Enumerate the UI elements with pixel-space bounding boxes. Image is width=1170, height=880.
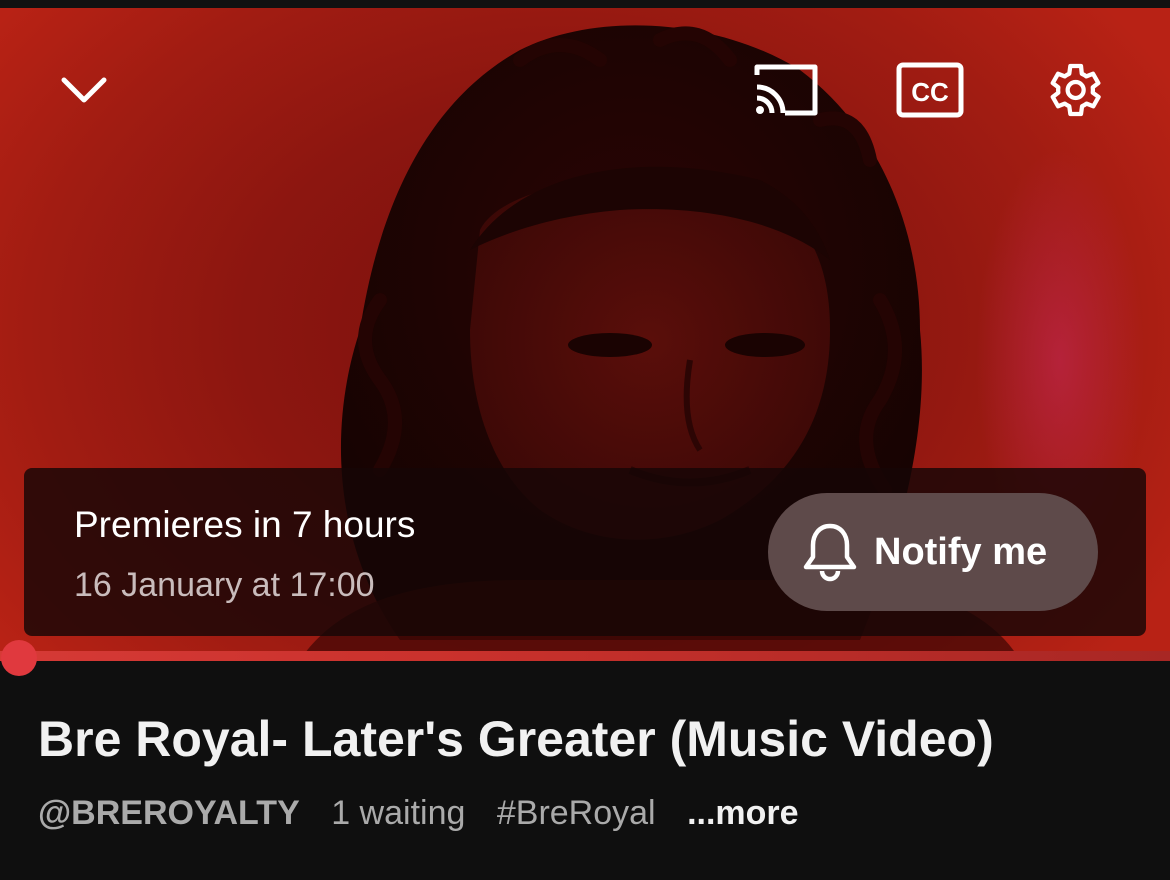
video-meta: @BREROYALTY 1 waiting #BreRoyal ...more [38, 794, 821, 833]
channel-handle[interactable]: @BREROYALTY [38, 794, 300, 833]
collapse-button[interactable] [44, 50, 124, 130]
waiting-count: 1 waiting [331, 794, 466, 832]
video-player[interactable]: CC Premieres in 7 hours 16 January at 17… [0, 0, 1170, 660]
premiere-countdown: Premieres in 7 hours [74, 504, 416, 545]
progress-scrubber[interactable] [1, 640, 37, 676]
more-button[interactable]: ...more [687, 794, 798, 833]
progress-bar[interactable] [0, 651, 1170, 661]
premiere-date: 16 January at 17:00 [74, 566, 375, 604]
notify-me-button[interactable]: Notify me [768, 493, 1098, 611]
captions-button[interactable]: CC [890, 50, 970, 130]
premiere-card: Premieres in 7 hours 16 January at 17:00… [24, 468, 1146, 636]
captions-text: CC [911, 77, 949, 107]
hashtag-link[interactable]: #BreRoyal [497, 794, 656, 833]
cast-button[interactable] [746, 50, 826, 130]
video-title: Bre Royal- Later's Greater (Music Video) [38, 711, 994, 767]
bell-icon [798, 520, 862, 584]
settings-button[interactable] [1033, 50, 1113, 130]
notify-me-label: Notify me [874, 530, 1048, 573]
cast-icon [754, 64, 818, 116]
closed-captions-icon: CC [896, 62, 964, 118]
chevron-down-icon [61, 77, 107, 103]
gear-icon [1050, 63, 1101, 117]
